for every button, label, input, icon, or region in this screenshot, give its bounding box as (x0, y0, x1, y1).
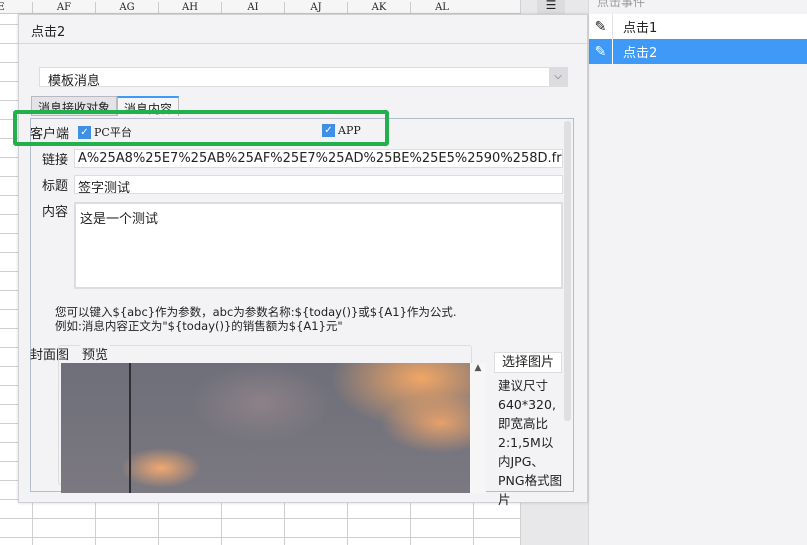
event-label: 点击1 (623, 21, 658, 36)
mast (129, 363, 131, 493)
column-header-row: E AF AG AH AI AJ AK AL (0, 0, 520, 16)
pencil-icon[interactable]: ✎ (589, 14, 613, 39)
chevron-down-icon[interactable]: ⌵ (549, 68, 567, 86)
event-panel-title: 点击事件 (597, 0, 646, 9)
title-input[interactable]: 签字测试 (74, 175, 563, 194)
event-item[interactable]: ✎ 点击1 (589, 14, 807, 39)
event-label: 点击2 (623, 46, 658, 61)
choose-image-button[interactable]: 选择图片 (494, 352, 562, 373)
image-size-note: 建议尺寸640*320,即宽高比2:1,5M以内JPG、PNG格式图片 (498, 378, 563, 507)
highlight-box (13, 110, 389, 146)
content-textarea[interactable]: 这是一个测试 (74, 202, 563, 289)
hint-line: 例如:消息内容正文为"${today()}的销售额为${A1}元" (55, 319, 343, 333)
cover-image (61, 363, 470, 493)
content-label: 内容 (42, 205, 69, 220)
panel-scrollbar[interactable] (564, 121, 571, 421)
message-type-select[interactable]: 模板消息 ⌵ (39, 67, 568, 89)
dialog-title: 点击2 (19, 15, 587, 44)
layout-icon[interactable]: ☰ (537, 0, 565, 14)
preview-scrollbar[interactable]: ▲ (470, 363, 486, 493)
event-panel: 点击事件 ✎ 点击1 ✎ 点击2 (588, 0, 807, 545)
link-input[interactable]: A%25A8%25E7%25AB%25AF%25E7%25AD%25BE%25E… (74, 149, 563, 168)
preview-label: 预览 (82, 348, 109, 363)
message-type-value: 模板消息 (48, 74, 101, 89)
event-item-selected[interactable]: ✎ 点击2 (589, 39, 807, 64)
scroll-up-icon[interactable]: ▲ (475, 363, 482, 373)
link-label: 链接 (42, 153, 69, 168)
title-label: 标题 (42, 179, 69, 194)
pencil-icon[interactable]: ✎ (589, 39, 613, 64)
